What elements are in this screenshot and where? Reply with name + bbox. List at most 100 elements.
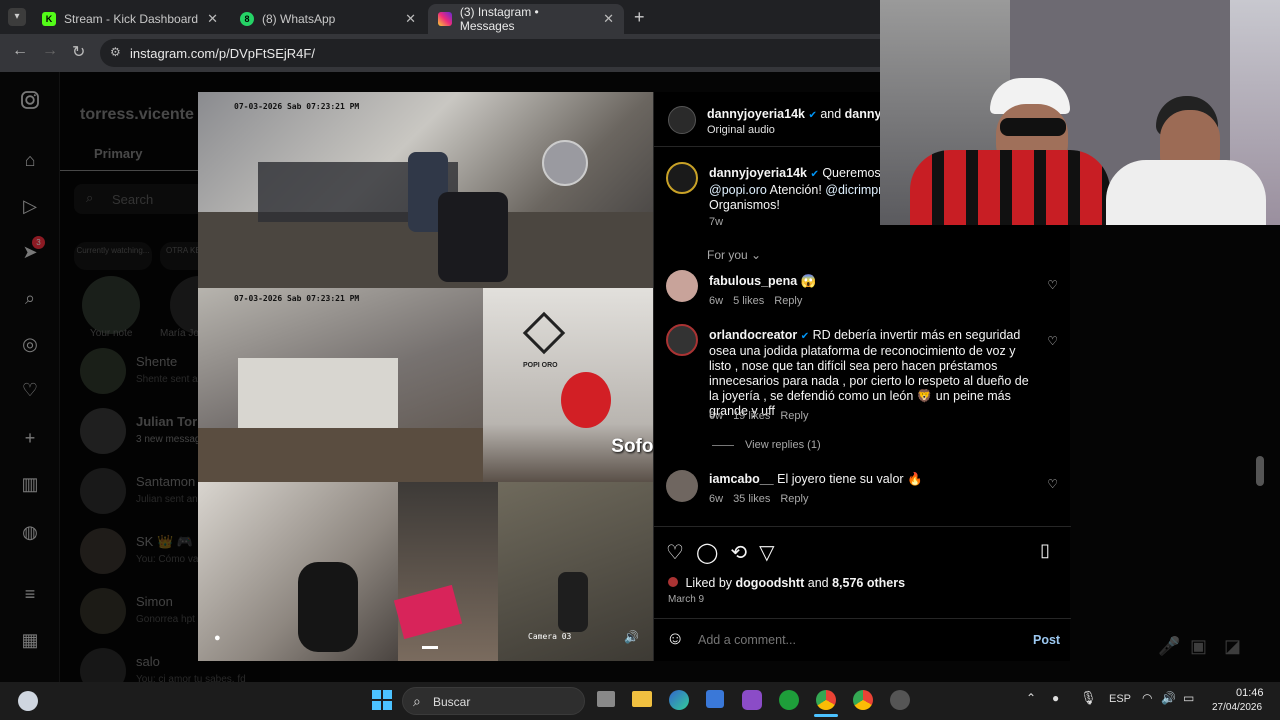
chevron-up-icon[interactable]: ⌃: [1026, 691, 1036, 705]
reload-icon[interactable]: ↻: [72, 42, 85, 62]
verified-icon: ✔: [800, 331, 810, 342]
divider: [654, 526, 1071, 527]
app-icon[interactable]: [890, 690, 910, 710]
close-icon[interactable]: ✕: [207, 11, 218, 27]
windows-start-icon[interactable]: [372, 690, 392, 710]
reply-button[interactable]: Reply: [774, 295, 802, 307]
language-indicator[interactable]: ESP: [1109, 693, 1131, 705]
view-replies-button[interactable]: View replies (1): [745, 439, 821, 451]
likes-count[interactable]: 8,576 others: [832, 576, 905, 590]
comment-username[interactable]: iamcabo__: [709, 472, 774, 486]
audio-label[interactable]: Original audio: [707, 124, 775, 136]
caption-mention[interactable]: @popi.oro: [709, 183, 767, 197]
app-icon[interactable]: [742, 690, 762, 710]
share-icon[interactable]: ▽: [759, 540, 774, 565]
post-button[interactable]: Post: [1033, 633, 1060, 647]
comment-likes[interactable]: 5 likes: [733, 295, 764, 307]
comment-body: iamcabo__ El joyero tiene su valor 🔥: [709, 472, 923, 487]
person-figure: [438, 192, 508, 282]
floor-area: [198, 428, 483, 482]
commenter-avatar[interactable]: [666, 324, 698, 356]
counter: [238, 358, 398, 438]
red-cloth: [393, 584, 463, 640]
wall-mirror: [542, 140, 588, 186]
reply-button[interactable]: Reply: [780, 410, 808, 422]
clock-date[interactable]: 27/04/2026: [1212, 702, 1262, 713]
store-icon[interactable]: [706, 690, 724, 708]
close-icon[interactable]: ✕: [603, 11, 614, 27]
comment-likes[interactable]: 35 likes: [733, 493, 770, 505]
comment-like-heart-icon[interactable]: ♡: [1047, 477, 1058, 491]
sort-label: For you: [707, 248, 748, 262]
bookmark-icon[interactable]: ▯: [1040, 540, 1050, 561]
caption-username[interactable]: dannyjoyeria14k: [709, 166, 807, 180]
author-username[interactable]: dannyjoyeria14k: [707, 107, 805, 121]
comment-time: 6w: [709, 410, 724, 422]
clock-time[interactable]: 01:46: [1236, 687, 1264, 699]
emoji-icon[interactable]: ☺: [666, 628, 684, 649]
weather-icon[interactable]: [18, 691, 38, 711]
edge-icon[interactable]: [669, 690, 689, 710]
post-date: March 9: [668, 594, 705, 605]
comment-likes[interactable]: 19 likes: [733, 410, 770, 422]
microphone-icon[interactable]: 🎙: [1080, 690, 1097, 706]
url-field[interactable]: ⚙ instagram.com/p/DVpFtSEjR4F/: [100, 39, 900, 67]
comment-username[interactable]: fabulous_pena: [709, 274, 797, 288]
camera-label: Camera 03: [528, 632, 572, 641]
url-text: instagram.com/p/DVpFtSEjR4F/: [130, 45, 315, 61]
tab-list-button[interactable]: ▾: [8, 8, 26, 26]
post-header: dannyjoyeria14k ✔ and dannyjoy: [707, 107, 900, 121]
commenter-avatar[interactable]: [666, 470, 698, 502]
sort-dropdown[interactable]: For you ⌄: [707, 248, 761, 262]
post-media[interactable]: 07-03-2026 Sab 07:23:21 PM 07-03-2026 Sa…: [198, 92, 653, 661]
camera-feed-bottom-middle: [393, 482, 498, 661]
liked-username[interactable]: dogoodshtt: [736, 576, 805, 590]
volume-icon[interactable]: 🔊: [1161, 691, 1176, 705]
comment-meta: 6w 35 likes Reply: [709, 493, 808, 505]
comment-username[interactable]: orlandocreator: [709, 328, 797, 342]
tab-instagram[interactable]: (3) Instagram • Messages ✕: [428, 4, 624, 34]
wifi-icon[interactable]: ◠: [1142, 691, 1152, 705]
commenter-avatar[interactable]: [666, 270, 698, 302]
tab-title: (8) WhatsApp: [262, 12, 336, 26]
camera-feed-middle-left: 07-03-2026 Sab 07:23:21 PM: [198, 288, 483, 482]
close-icon[interactable]: ✕: [405, 11, 416, 27]
xbox-icon[interactable]: [779, 690, 799, 710]
verified-icon: ✔: [810, 169, 819, 180]
taskbar-search[interactable]: ⌕ Buscar: [402, 687, 585, 715]
chrome-icon[interactable]: [816, 690, 836, 710]
instagram-icon: [438, 12, 452, 26]
and-text: and: [820, 107, 842, 121]
comment-like-heart-icon[interactable]: ♡: [1047, 278, 1058, 292]
sunglasses: [1000, 118, 1066, 136]
back-arrow-icon[interactable]: ←: [12, 42, 28, 60]
forward-arrow-icon[interactable]: →: [42, 42, 58, 60]
new-tab-button[interactable]: +: [634, 7, 645, 28]
search-label: Buscar: [433, 695, 471, 709]
file-explorer-icon[interactable]: [632, 691, 652, 707]
chrome-icon[interactable]: [853, 690, 873, 710]
reply-button[interactable]: Reply: [780, 493, 808, 505]
author-avatar[interactable]: [668, 106, 696, 134]
author-avatar[interactable]: [666, 162, 698, 194]
volume-icon[interactable]: 🔊: [624, 630, 639, 644]
add-comment-input[interactable]: [698, 630, 998, 650]
site-info-icon[interactable]: ⚙: [110, 45, 121, 59]
tab-kick[interactable]: K Stream - Kick Dashboard ✕: [32, 4, 228, 34]
divider: [654, 618, 1071, 619]
task-view-icon[interactable]: [597, 691, 615, 707]
comment-icon[interactable]: ◯: [696, 540, 718, 565]
tab-whatsapp[interactable]: 8 (8) WhatsApp ✕: [230, 4, 426, 34]
chevron-down-icon: ⌄: [751, 248, 762, 262]
repost-icon[interactable]: ⟲: [730, 540, 747, 565]
camera-feed-middle-right: POPI ORO Sofokando.: [483, 288, 653, 482]
cctv-timestamp: 07-03-2026 Sab 07:23:21 PM: [234, 102, 360, 111]
battery-icon[interactable]: ▭: [1183, 691, 1194, 705]
user-tag-icon[interactable]: ●: [214, 632, 221, 644]
page-scrollbar-thumb[interactable]: [1256, 456, 1264, 486]
like-heart-icon[interactable]: ♡: [666, 540, 684, 565]
comment-like-heart-icon[interactable]: ♡: [1047, 334, 1058, 348]
tray-app-icon[interactable]: ●: [1052, 691, 1059, 705]
watermark: Sofokando.: [611, 436, 653, 457]
webcam-overlay: [880, 0, 1280, 225]
